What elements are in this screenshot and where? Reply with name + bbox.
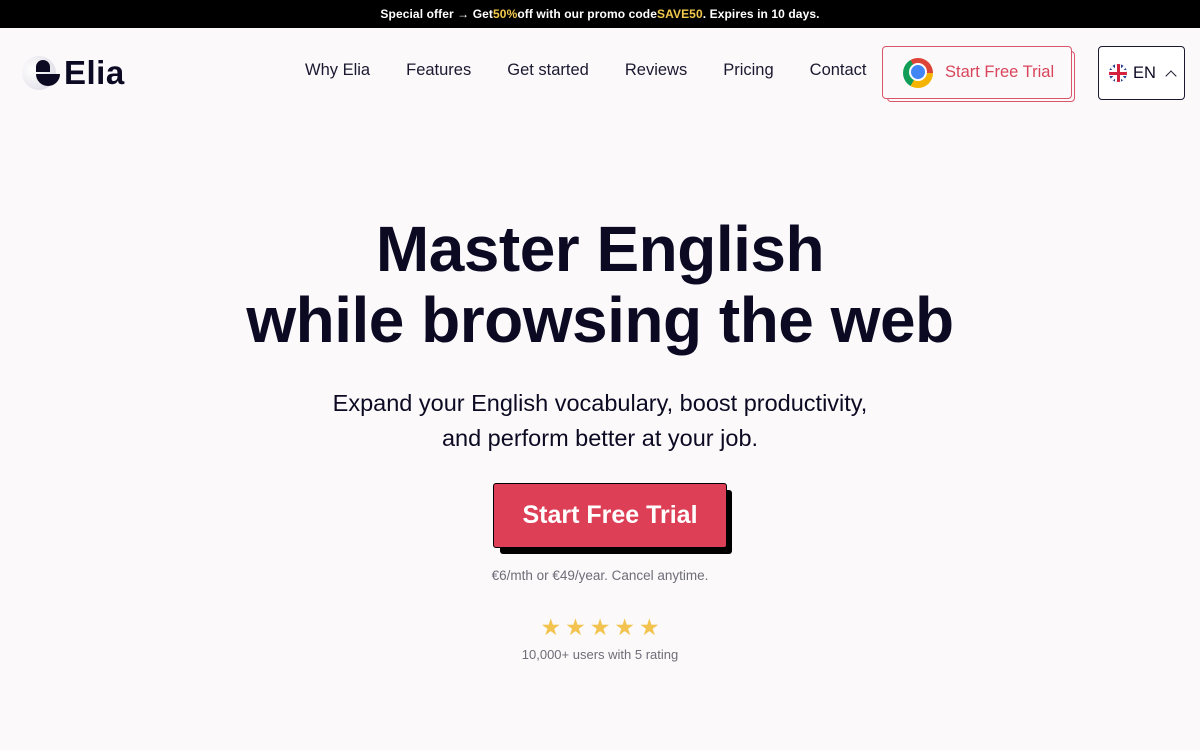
nav-features[interactable]: Features [406,60,471,80]
promo-code: SAVE50 [656,7,703,21]
elia-logo-icon [22,54,60,92]
chrome-icon [903,57,933,88]
language-code: EN [1133,63,1156,82]
hero-start-trial-button[interactable]: Start Free Trial [493,483,727,548]
hero-subtitle-line-1: Expand your English vocabulary, boost pr… [332,390,868,416]
hero-subtitle: Expand your English vocabulary, boost pr… [0,386,1200,456]
header-start-trial-label: Start Free Trial [945,63,1055,81]
hero-title-line-1: Master English [375,213,825,285]
star-icon: ★ [638,614,660,640]
promo-middle: off with our promo code [517,7,657,21]
promo-discount: 50% [493,7,518,21]
nav-why-elia[interactable]: Why Elia [305,60,370,80]
header-trial-button-wrap: Start Free Trial [882,46,1076,103]
promo-prefix: Special offer → Get [380,7,494,21]
rating-note: 10,000+ users with 5 rating [521,647,679,662]
language-selector[interactable]: EN [1098,46,1185,100]
price-note: €6/mth or €49/year. Cancel anytime. [491,568,709,583]
rating-stars: ★ ★ ★ ★ ★ [0,614,1200,640]
promo-banner: Special offer → Get 50% off with our pro… [0,0,1200,28]
hero-cta-wrap: Start Free Trial [493,483,733,555]
nav-pricing[interactable]: Pricing [723,60,773,80]
nav-get-started[interactable]: Get started [507,60,589,80]
nav-reviews[interactable]: Reviews [625,60,687,80]
uk-flag-icon [1109,64,1127,82]
promo-suffix: . Expires in 10 days. [702,7,820,21]
star-icon: ★ [565,614,586,640]
logo-link[interactable]: Elia [22,54,125,92]
nav-contact[interactable]: Contact [810,60,867,80]
hero-title: Master English while browsing the web [0,214,1200,356]
hero-subtitle-line-2: and perform better at your job. [441,425,759,451]
star-icon: ★ [540,614,562,640]
main-nav: Why Elia Features Get started Reviews Pr… [305,60,867,80]
star-icon: ★ [614,614,635,640]
header-start-trial-button[interactable]: Start Free Trial [882,46,1072,99]
star-icon: ★ [589,614,611,640]
chevron-up-icon [1165,69,1177,82]
hero-title-line-2: while browsing the web [246,284,954,356]
brand-name: Elia [64,54,125,91]
